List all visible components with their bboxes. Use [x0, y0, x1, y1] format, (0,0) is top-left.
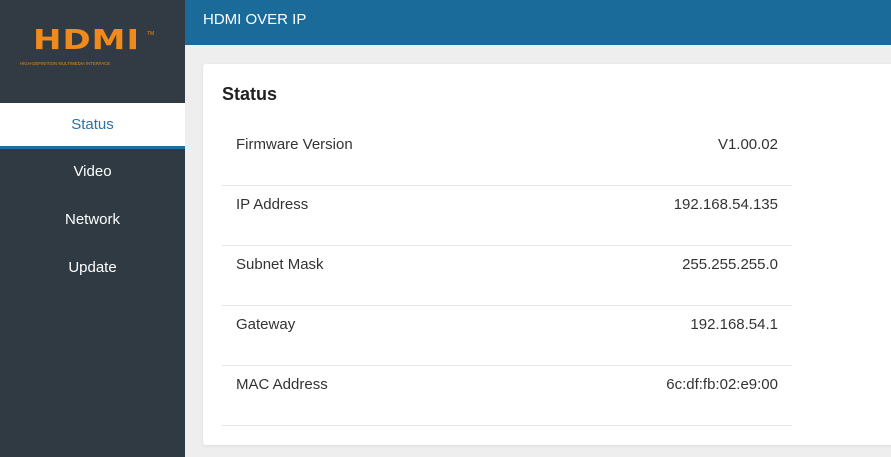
sidebar-item-label: Update — [68, 259, 117, 276]
logo-text: HDMI — [33, 23, 141, 57]
status-row-gateway: Gateway 192.168.54.1 — [222, 306, 792, 366]
row-value: 255.255.255.0 — [682, 256, 778, 273]
sidebar-item-label: Network — [64, 211, 120, 228]
row-value: 6c:df:fb:02:e9:00 — [666, 376, 778, 393]
row-label: Firmware Version — [236, 136, 353, 153]
logo-trademark: TM — [147, 31, 155, 37]
status-title: Status — [222, 84, 278, 104]
sidebar-item-status[interactable]: Status — [0, 103, 185, 149]
status-panel: Status Firmware Version V1.00.02 IP Addr… — [203, 64, 891, 445]
sidebar-item-label: Video — [73, 163, 112, 180]
sidebar-item-update[interactable]: Update — [0, 245, 185, 291]
row-label: Gateway — [236, 316, 296, 333]
row-label: Subnet Mask — [236, 256, 324, 273]
status-row-subnet-mask: Subnet Mask 255.255.255.0 — [222, 246, 792, 306]
header-bar: HDMI OVER IP — [185, 0, 891, 45]
row-value: V1.00.02 — [717, 136, 778, 153]
row-value: 192.168.54.135 — [673, 196, 778, 213]
logo-subtitle: HIGH-DEFINITION MULTIMEDIA INTERFACE — [20, 61, 111, 66]
hdmi-logo: HDMI TM HIGH-DEFINITION MULTIMEDIA INTER… — [0, 0, 185, 100]
row-label: MAC Address — [236, 376, 328, 393]
status-row-mac-address: MAC Address 6c:df:fb:02:e9:00 — [222, 366, 792, 426]
status-row-ip-address: IP Address 192.168.54.135 — [222, 186, 792, 246]
page-title: HDMI OVER IP — [203, 11, 307, 28]
status-row-firmware-version: Firmware Version V1.00.02 — [222, 126, 792, 186]
sidebar-item-video[interactable]: Video — [0, 149, 185, 195]
row-value: 192.168.54.1 — [690, 316, 778, 333]
sidebar: HDMI TM HIGH-DEFINITION MULTIMEDIA INTER… — [0, 0, 185, 457]
sidebar-item-label: Status — [71, 116, 114, 133]
sidebar-item-network[interactable]: Network — [0, 197, 185, 243]
row-label: IP Address — [236, 196, 309, 213]
